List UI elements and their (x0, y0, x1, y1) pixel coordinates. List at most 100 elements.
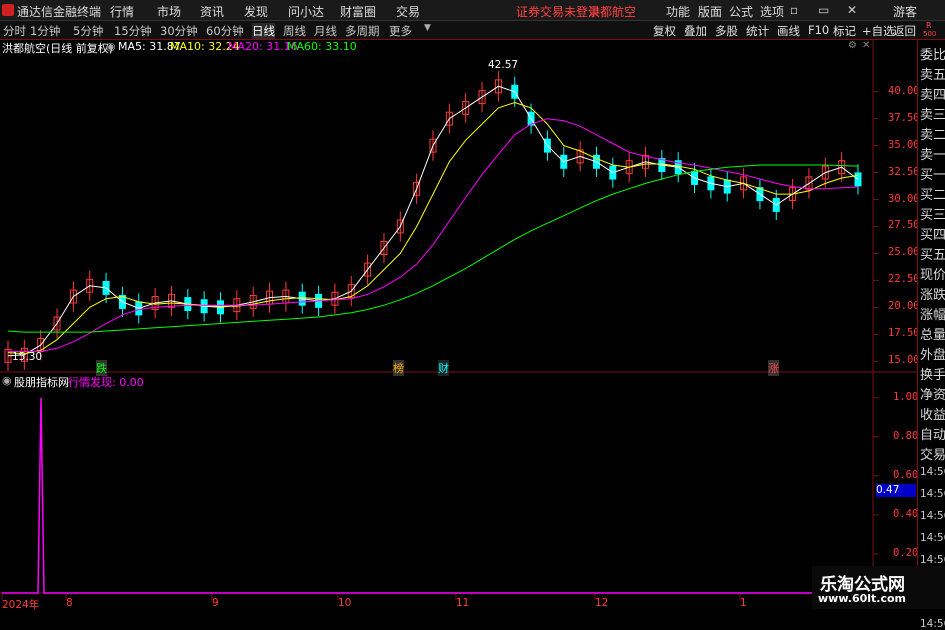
menu-item-trade[interactable]: 交易 (396, 3, 420, 20)
price-tick-label: 35.00 (888, 138, 920, 151)
sidebar-field-label: 卖四 (920, 88, 945, 103)
corner-count-badge: 500 (923, 30, 937, 38)
menu-item-layout[interactable]: 版面 (698, 3, 722, 20)
overlay-button[interactable]: 叠加 (684, 23, 707, 39)
f10-button[interactable]: F10 (808, 23, 829, 37)
price-tick-label: 17.50 (888, 327, 920, 340)
low-price-marker: 15.30 (12, 351, 43, 363)
sidebar-field-label: 卖三 (920, 108, 945, 123)
sidebar-field-label: 买五 (920, 248, 945, 263)
time-axis-label: 8 (66, 597, 73, 609)
indicator-tick-label: 0.40 (893, 507, 919, 520)
moving-average-lines (7, 85, 859, 357)
menu-item-discover[interactable]: 发现 (244, 3, 268, 20)
price-tick-label: 20.00 (888, 300, 920, 313)
sidebar-field-label: 买二 (920, 188, 945, 203)
price-tick-label: 27.50 (888, 219, 920, 232)
time-axis-label: 11 (456, 597, 470, 609)
indicator-series (2, 397, 872, 594)
menu-item-market[interactable]: 市场 (157, 3, 181, 20)
guest-user[interactable]: 游客 (893, 3, 917, 20)
price-tick-label: 22.50 (888, 273, 920, 286)
sidebar-field-label[interactable]: 交易 (920, 444, 945, 463)
menu-bar: 通达信金融终端 行情 市场 资讯 发现 问小达 财富圈 交易 证券交易未登录 洪… (0, 0, 945, 21)
indicator-series-label: 行情发现: 0.00 (68, 376, 144, 389)
indicator-tick-label: 0.80 (893, 429, 919, 442)
price-tick-label: 15.00 (888, 354, 920, 367)
tab-period-more[interactable]: 更多 (389, 23, 412, 39)
indicator-panel-title: 股朋指标网 (14, 376, 69, 389)
menu-item-formula[interactable]: 公式 (729, 3, 753, 20)
indicator-tick-label: 1.00 (893, 390, 919, 403)
menu-item-quotes[interactable]: 行情 (110, 3, 134, 20)
mark-button[interactable]: 标记 (833, 23, 856, 39)
close-icon[interactable]: ✕ (847, 3, 857, 17)
time-axis-label: 9 (212, 597, 219, 609)
adjust-button[interactable]: 复权 (653, 23, 676, 39)
event-marker-list[interactable]: 榜 (393, 360, 404, 376)
restore-icon[interactable]: ▭ (818, 3, 829, 17)
candlestick-series (4, 71, 862, 371)
multi-stock-button[interactable]: 多股 (715, 23, 738, 39)
sidebar-field-label: 委比 (920, 48, 945, 63)
more-dropdown-icon[interactable]: ▼ (424, 23, 431, 33)
trade-tick-time: 14:56 (920, 466, 945, 478)
sidebar-field-label: 买一 (920, 168, 945, 183)
watermark-url: www.60lt.com (818, 592, 907, 605)
indicator-tick-label: 0.60 (893, 468, 919, 481)
app-title: 通达信金融终端 (17, 5, 102, 19)
sidebar-field-label: 外盘 (920, 348, 945, 363)
time-axis-label: 12 (595, 597, 609, 609)
current-stock-name: 洪都航空 (588, 5, 637, 19)
sidebar-field-label: 卖二 (920, 128, 945, 143)
menu-item-function[interactable]: 功能 (666, 3, 690, 20)
sidebar-field-label[interactable]: 自动 (920, 424, 945, 443)
sidebar-field-label: 净资 (920, 388, 945, 403)
sidebar-field-label: 总量 (920, 328, 945, 343)
price-tick-label: 40.00 (888, 84, 920, 97)
corner-r-badge: R (926, 21, 932, 30)
menu-item-options[interactable]: 选项 (760, 3, 784, 20)
period-toolbar: 分时 1分钟 5分钟 15分钟 30分钟 60分钟 日线 周线 月线 多周期 更… (0, 21, 945, 40)
event-marker-rise[interactable]: 涨 (768, 360, 779, 376)
trade-tick-time: 14:56 (920, 488, 945, 500)
high-price-marker: 42.57 (488, 59, 519, 71)
kline-chart[interactable] (0, 40, 917, 609)
minimize-icon[interactable]: ▫ (790, 3, 798, 17)
tab-period-1min[interactable]: 1分钟 (30, 23, 60, 39)
draw-line-button[interactable]: 画线 (777, 23, 800, 39)
trade-tick-time: 14:56 (920, 532, 945, 544)
stats-button[interactable]: 统计 (746, 23, 769, 39)
app-logo-icon (2, 4, 14, 16)
tab-period-daily[interactable]: 日线 (252, 23, 275, 39)
event-marker-finance[interactable]: 财 (438, 360, 449, 376)
sidebar-field-label: 涨跌 (920, 288, 945, 303)
indicator-toggle-icon[interactable]: ◉ (2, 374, 12, 387)
sidebar-field-label: 换手 (920, 368, 945, 383)
sidebar-field-label: 买三 (920, 208, 945, 223)
menu-item-ask[interactable]: 问小达 (288, 3, 324, 20)
indicator-current-value: 0.47 (876, 484, 916, 497)
tab-period-60min[interactable]: 60分钟 (206, 23, 244, 39)
ma5-line (7, 85, 859, 357)
trade-tick-time: 14:56 (920, 510, 945, 522)
time-axis-label: 10 (338, 597, 352, 609)
price-tick-label: 30.00 (888, 192, 920, 205)
tab-period-5min[interactable]: 5分钟 (73, 23, 103, 39)
sidebar-field-label: 买四 (920, 228, 945, 243)
trade-tick-time: 14:56 (920, 618, 945, 630)
menu-item-news[interactable]: 资讯 (200, 3, 224, 20)
sidebar-field-label: 涨幅 (920, 308, 945, 323)
add-watchlist-button[interactable]: +自选 (862, 23, 895, 39)
menu-item-wealth[interactable]: 财富圈 (340, 3, 376, 20)
back-button[interactable]: 返回 (893, 23, 916, 39)
tab-period-30min[interactable]: 30分钟 (160, 23, 198, 39)
tab-period-15min[interactable]: 15分钟 (114, 23, 152, 39)
quote-sidebar: 委比 卖五 卖四 卖三 卖二 卖一 买一 买二 买三 买四 买五 现价 涨跌 涨幅 总量 外盘 换手 净资 收益 自动… (917, 40, 945, 630)
trade-tick-time: 14:56 (920, 554, 945, 566)
tab-period-intraday[interactable]: 分时 (3, 23, 26, 39)
indicator-line (2, 397, 872, 594)
tab-period-weekly[interactable]: 周线 (283, 23, 306, 39)
tab-period-monthly[interactable]: 月线 (314, 23, 337, 39)
tab-period-multi[interactable]: 多周期 (345, 23, 380, 39)
